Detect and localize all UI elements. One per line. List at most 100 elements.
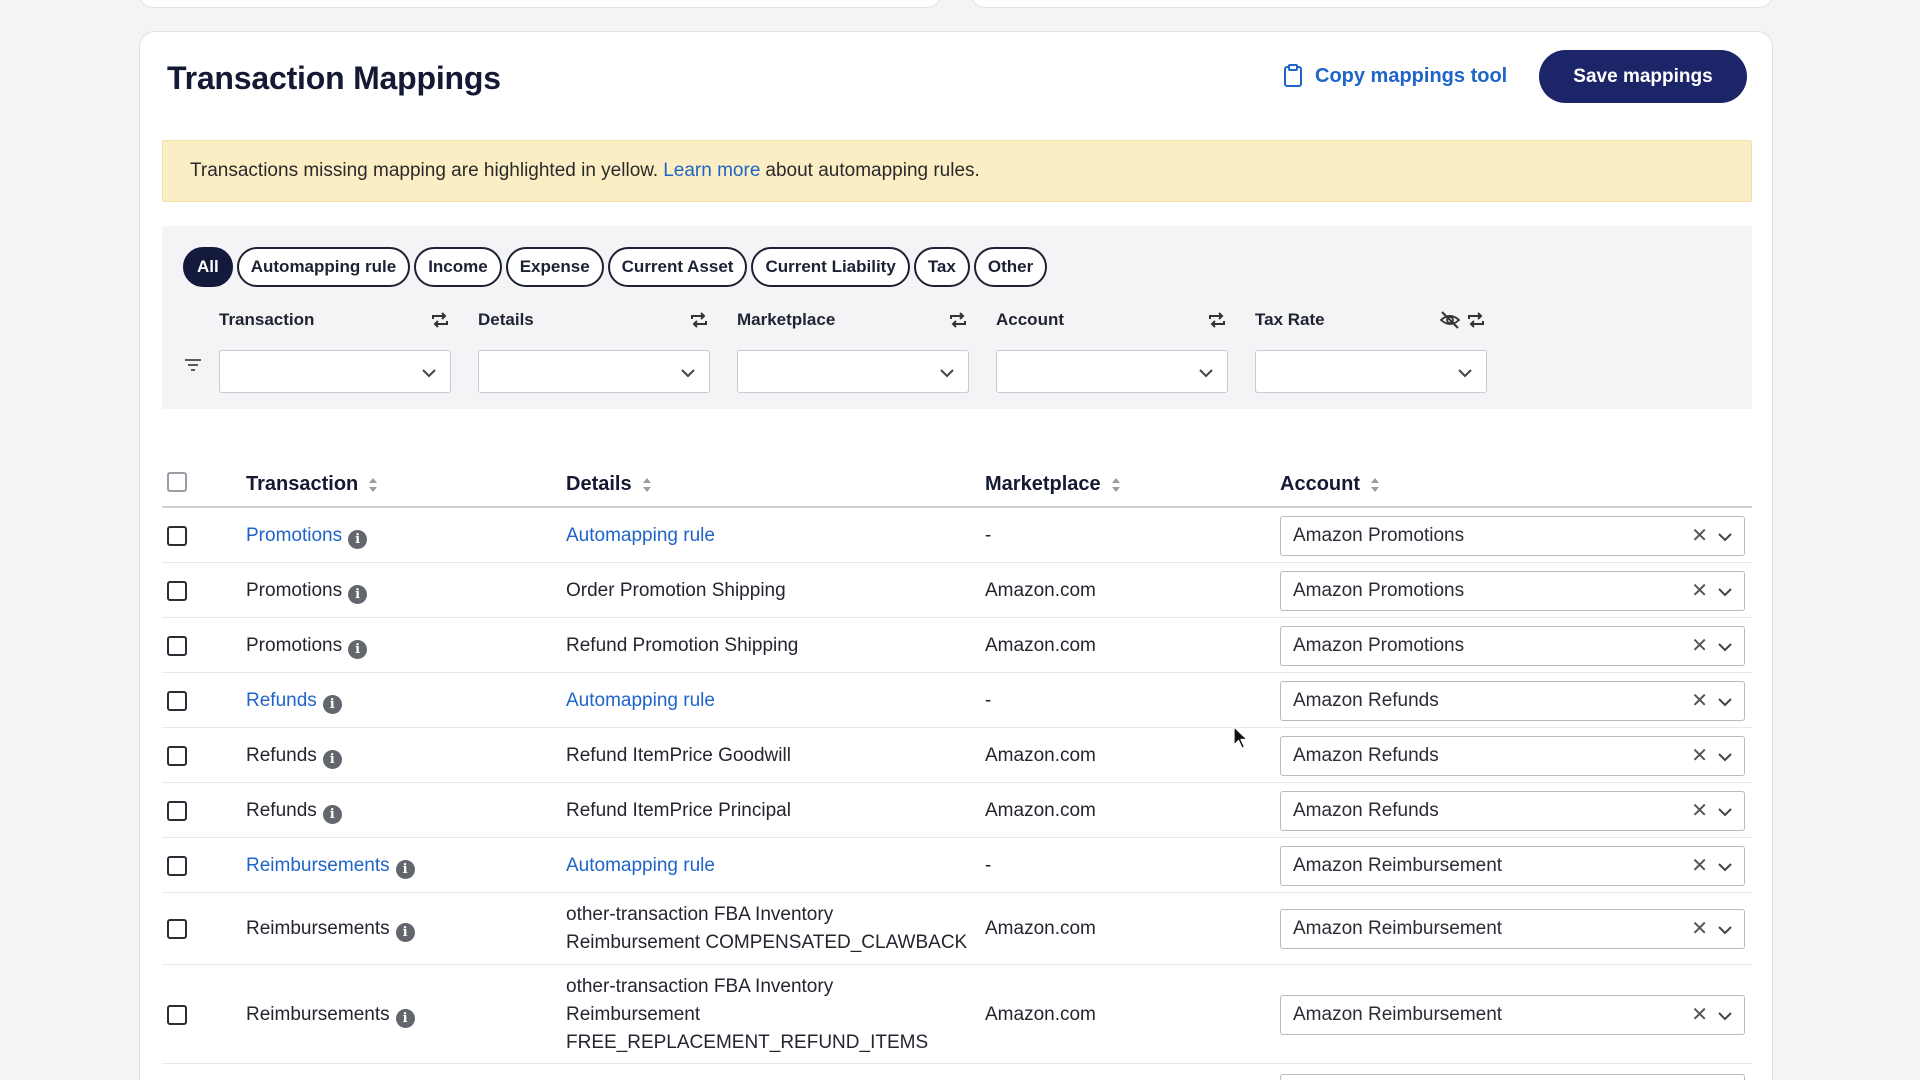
row-checkbox[interactable] <box>167 919 187 939</box>
repeat-icon[interactable] <box>947 310 969 330</box>
filter-lines-icon[interactable] <box>184 358 202 372</box>
column-header-transaction[interactable]: Transaction <box>246 473 378 496</box>
row-checkbox[interactable] <box>167 690 187 711</box>
filter-select-details[interactable] <box>478 350 710 393</box>
account-select[interactable]: Amazon Refunds ✕ <box>1280 680 1745 721</box>
column-header-label: Transaction <box>246 473 359 495</box>
column-header-label: Marketplace <box>985 473 1101 495</box>
info-icon[interactable]: i <box>395 1008 415 1028</box>
clear-icon[interactable]: ✕ <box>1691 517 1708 555</box>
details-cell: other-transaction FBA Inventory Reimburse… <box>566 901 967 957</box>
repeat-icon[interactable] <box>688 310 710 330</box>
automapping-rule-link[interactable]: Automapping rule <box>566 852 715 880</box>
filter-chip-income[interactable]: Income <box>414 247 502 287</box>
filter-select-tax-rate[interactable] <box>1255 350 1487 393</box>
clear-icon[interactable]: ✕ <box>1691 682 1708 720</box>
column-header-details[interactable]: Details <box>566 473 652 496</box>
table-row: Promotions i Automapping rule - Amazon Promo… <box>162 508 1752 563</box>
account-select[interactable]: Amazon Reimbursement ✕ <box>1280 994 1745 1035</box>
account-select[interactable]: Amazon Promotions ✕ <box>1280 625 1745 666</box>
filter-chip-all[interactable]: All <box>183 247 233 287</box>
column-header-marketplace[interactable]: Marketplace <box>985 473 1121 496</box>
row-checkbox[interactable] <box>167 635 187 656</box>
details-cell: other-transaction FBA Inventory Reimburse… <box>566 973 928 1057</box>
info-icon[interactable]: i <box>348 584 368 604</box>
column-header-label: Details <box>566 473 632 495</box>
details-line: other-transaction FBA Inventory <box>566 975 834 997</box>
chevron-down-icon <box>1718 862 1732 871</box>
account-value: Amazon Reimbursement <box>1293 1003 1503 1025</box>
filter-chip-automapping-rule[interactable]: Automapping rule <box>236 247 411 287</box>
info-icon[interactable]: i <box>348 639 368 659</box>
clear-icon[interactable]: ✕ <box>1691 996 1708 1034</box>
copy-mappings-tool-link[interactable]: Copy mappings tool <box>1283 64 1507 88</box>
repeat-icon[interactable] <box>1465 310 1487 330</box>
eye-off-icon[interactable] <box>1439 310 1461 330</box>
filter-chip-other[interactable]: Other <box>973 247 1048 287</box>
clear-icon[interactable]: ✕ <box>1691 910 1708 948</box>
repeat-icon[interactable] <box>429 310 451 330</box>
info-icon[interactable]: i <box>322 804 342 824</box>
clear-icon[interactable]: ✕ <box>1691 627 1708 665</box>
repeat-icon[interactable] <box>1206 310 1228 330</box>
filter-select-marketplace[interactable] <box>737 350 969 393</box>
column-header-account[interactable]: Account <box>1280 473 1380 496</box>
row-checkbox[interactable] <box>167 580 187 601</box>
clear-icon[interactable]: ✕ <box>1691 847 1708 885</box>
info-icon[interactable]: i <box>322 749 342 769</box>
marketplace-cell: - <box>985 854 992 876</box>
sort-arrows-icon[interactable] <box>1370 477 1380 493</box>
copy-mappings-tool-label: Copy mappings tool <box>1315 64 1508 87</box>
filter-chip-current-liability[interactable]: Current Liability <box>751 247 910 287</box>
chevron-down-icon <box>681 369 695 378</box>
account-value: Amazon Reimbursement <box>1293 918 1503 939</box>
row-checkbox[interactable] <box>167 1004 187 1025</box>
filter-chip-tax[interactable]: Tax <box>913 247 970 287</box>
clear-icon[interactable]: ✕ <box>1691 1075 1708 1080</box>
filter-select-transaction[interactable] <box>219 350 451 393</box>
filter-label-details: Details <box>478 310 534 329</box>
learn-more-link[interactable]: Learn more <box>663 160 760 182</box>
transaction-label[interactable]: Promotions <box>246 525 342 546</box>
info-icon[interactable]: i <box>395 859 415 879</box>
account-select[interactable]: Amazon Refunds ✕ <box>1280 735 1745 776</box>
sort-arrows-icon[interactable] <box>1111 477 1121 493</box>
account-select[interactable]: Amazon Reimbursement✕ <box>1280 845 1745 886</box>
info-icon[interactable]: i <box>395 923 415 942</box>
transaction-label[interactable]: Refunds <box>246 690 317 711</box>
category-chips: All Automapping rule Income Expense Current … <box>183 247 1048 287</box>
row-checkbox[interactable] <box>167 745 187 766</box>
info-icon[interactable]: i <box>348 529 368 549</box>
filter-select-account[interactable] <box>996 350 1228 393</box>
sort-arrows-icon[interactable] <box>368 477 378 493</box>
row-checkbox[interactable] <box>167 855 187 876</box>
save-mappings-button[interactable]: Save mappings <box>1539 50 1747 103</box>
clear-icon[interactable]: ✕ <box>1691 792 1708 830</box>
transaction-label[interactable]: Reimbursements <box>246 855 390 876</box>
filter-chip-current-asset[interactable]: Current Asset <box>607 247 748 287</box>
row-checkbox[interactable] <box>167 525 187 546</box>
table-row: Promotions i Refund Promotion Shipping Amaz… <box>162 618 1752 673</box>
details-line: Reimbursement COMPENSATED_CLAWBACK <box>566 932 968 953</box>
sort-arrows-icon[interactable] <box>642 477 652 493</box>
table-row: Refunds i Refund ItemPrice Principal Amazon… <box>162 783 1752 838</box>
banner-text-after: about automapping rules. <box>765 160 980 181</box>
account-value: Amazon Refunds <box>1293 799 1439 821</box>
transaction-label: Refunds <box>246 744 317 766</box>
clear-icon[interactable]: ✕ <box>1691 572 1708 610</box>
account-select[interactable]: Amazon Refunds ✕ <box>1280 790 1745 831</box>
clear-icon[interactable]: ✕ <box>1691 737 1708 775</box>
info-icon[interactable]: i <box>322 694 342 714</box>
automapping-rule-link[interactable]: Automapping rule <box>566 522 715 550</box>
automapping-rule-link[interactable]: Automapping rule <box>566 687 715 715</box>
account-select[interactable]: Amazon Promotions ✕ <box>1280 515 1745 556</box>
filter-label-marketplace: Marketplace <box>737 310 836 329</box>
account-select[interactable]: Amazon Reimbursement ✕ <box>1280 909 1745 949</box>
select-all-checkbox[interactable] <box>167 472 187 492</box>
row-checkbox[interactable] <box>167 800 187 821</box>
chevron-down-icon <box>1718 697 1732 706</box>
account-select[interactable]: Amazon Reimbursement✕ <box>1280 1074 1745 1080</box>
account-select[interactable]: Amazon Promotions ✕ <box>1280 570 1745 611</box>
details-line: other-transaction FBA Inventory <box>566 904 834 925</box>
filter-chip-expense[interactable]: Expense <box>505 247 604 287</box>
